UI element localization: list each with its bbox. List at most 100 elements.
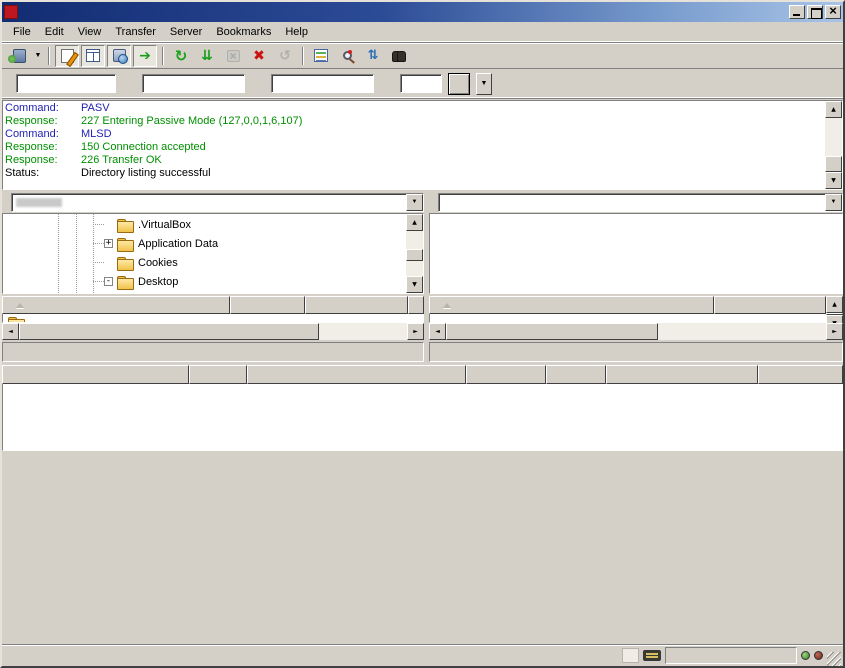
toggle-remote-tree-icon[interactable]: [107, 45, 131, 67]
scroll-up-icon[interactable]: ▲: [826, 296, 843, 313]
toolbar: ▼ ➔ ↻ ⇊ × ✖ ↺ ⇅: [2, 42, 843, 69]
menu-item[interactable]: Server: [163, 24, 209, 40]
menu-item[interactable]: Edit: [38, 24, 71, 40]
column-header-lastmodified[interactable]: [408, 296, 424, 314]
menu-item[interactable]: File: [6, 24, 38, 40]
menu-item[interactable]: Bookmarks: [209, 24, 278, 40]
scroll-down-icon[interactable]: ▼: [825, 172, 842, 189]
speed-limit-icon[interactable]: [643, 650, 661, 661]
column-header-status[interactable]: [606, 365, 758, 384]
column-header-filetype[interactable]: [305, 296, 408, 314]
toggle-queue-icon[interactable]: ➔: [133, 45, 157, 67]
local-selection-status: [2, 342, 424, 362]
tree-expander[interactable]: -: [104, 277, 113, 286]
browser-panes: ▼ .VirtualBox +: [2, 192, 843, 362]
host-input[interactable]: [16, 74, 116, 93]
scroll-right-icon[interactable]: ►: [826, 323, 843, 340]
scroll-up-icon[interactable]: ▲: [825, 101, 842, 118]
file-row[interactable]: ..: [3, 314, 423, 323]
menu-bar: FileEditViewTransferServerBookmarksHelp: [2, 22, 843, 42]
remote-list-scrollbar[interactable]: ▲ ▼: [826, 296, 843, 323]
local-tree-scrollbar[interactable]: ▲ ▼: [406, 214, 423, 293]
local-list-hscrollbar[interactable]: ◄ ►: [2, 323, 424, 340]
tree-item[interactable]: - Desktop: [3, 272, 406, 291]
log-line: Response:227 Entering Passive Mode (127,…: [5, 115, 823, 128]
log-line: Command:PASV: [5, 102, 823, 115]
column-header-filesize[interactable]: [714, 296, 826, 314]
tree-item[interactable]: + Application Data: [3, 234, 406, 253]
remote-pane: ▼: [429, 192, 843, 362]
scroll-thumb[interactable]: [825, 156, 842, 172]
disconnect-icon[interactable]: ✖: [247, 45, 271, 67]
combo-dropdown-icon[interactable]: ▼: [406, 194, 423, 211]
column-header-size[interactable]: [466, 365, 546, 384]
quickconnect-button[interactable]: [448, 73, 470, 95]
maximize-button[interactable]: [807, 5, 823, 19]
scroll-left-icon[interactable]: ◄: [2, 323, 19, 340]
compare-directories-icon[interactable]: [335, 45, 359, 67]
scroll-thumb[interactable]: [19, 323, 319, 340]
scroll-thumb[interactable]: [406, 249, 423, 261]
remote-selection-status: [429, 342, 843, 362]
local-directory-tree: .VirtualBox + Application Data Cookies -: [3, 214, 406, 293]
scroll-right-icon[interactable]: ►: [407, 323, 424, 340]
column-header-filename[interactable]: [2, 296, 230, 314]
menu-item[interactable]: View: [71, 24, 109, 40]
activity-led-red: [814, 651, 823, 660]
reconnect-icon[interactable]: ↺: [273, 45, 297, 67]
data-type-indicator-icon[interactable]: [622, 648, 639, 663]
local-file-list: ..: [2, 314, 424, 323]
resize-grip[interactable]: [827, 652, 841, 666]
cancel-operation-icon[interactable]: ×: [221, 45, 245, 67]
column-header-filesize[interactable]: [230, 296, 305, 314]
site-manager-dropdown-icon[interactable]: ▼: [32, 45, 44, 67]
column-header-direction[interactable]: [189, 365, 247, 384]
quickconnect-dropdown-icon[interactable]: ▼: [476, 73, 492, 95]
remote-site-combo[interactable]: ▼: [438, 193, 843, 212]
scroll-left-icon[interactable]: ◄: [429, 323, 446, 340]
password-input[interactable]: [271, 74, 374, 93]
log-line: Response:226 Transfer OK: [5, 154, 823, 167]
local-site-label: [2, 200, 8, 204]
tree-item[interactable]: Cookies: [3, 253, 406, 272]
remote-site-label: [429, 200, 435, 204]
column-header-server-local-file[interactable]: [2, 365, 189, 384]
site-manager-icon[interactable]: [7, 45, 31, 67]
menu-item[interactable]: Help: [278, 24, 315, 40]
app-icon[interactable]: [4, 5, 18, 19]
activity-led-green: [801, 651, 810, 660]
toolbar-separator: [48, 47, 50, 65]
minimize-button[interactable]: [789, 5, 805, 19]
port-input[interactable]: [400, 74, 442, 93]
combo-dropdown-icon[interactable]: ▼: [825, 194, 842, 211]
find-files-icon[interactable]: [387, 45, 411, 67]
toggle-local-tree-icon[interactable]: [81, 45, 105, 67]
bottom-spacer: [2, 475, 843, 645]
column-header-priority[interactable]: [546, 365, 606, 384]
username-input[interactable]: [142, 74, 245, 93]
status-bar: [2, 644, 843, 666]
synchronized-browsing-icon[interactable]: ⇅: [361, 45, 385, 67]
toggle-log-icon[interactable]: [55, 45, 79, 67]
log-scrollbar[interactable]: ▲ ▼: [825, 101, 842, 189]
refresh-icon[interactable]: ↻: [169, 45, 193, 67]
queue-list: [2, 384, 843, 451]
menu-item[interactable]: Transfer: [108, 24, 163, 40]
filter-icon[interactable]: [309, 45, 333, 67]
column-header-filename[interactable]: [429, 296, 714, 314]
process-queue-icon[interactable]: ⇊: [195, 45, 219, 67]
sort-ascending-icon: [16, 303, 24, 308]
scroll-down-icon[interactable]: ▼: [406, 276, 423, 293]
redacted-username: [16, 198, 62, 207]
remote-list-header: [429, 296, 826, 314]
close-button[interactable]: [825, 5, 841, 19]
remote-list-hscrollbar[interactable]: ◄ ►: [429, 323, 843, 340]
scroll-thumb[interactable]: [446, 323, 658, 340]
title-bar[interactable]: [2, 2, 843, 22]
remote-directory-tree: [430, 214, 842, 293]
scroll-up-icon[interactable]: ▲: [406, 214, 423, 231]
local-site-combo[interactable]: ▼: [11, 193, 424, 212]
tree-item[interactable]: .VirtualBox: [3, 215, 406, 234]
tree-expander[interactable]: +: [104, 239, 113, 248]
column-header-remote-file[interactable]: [247, 365, 466, 384]
